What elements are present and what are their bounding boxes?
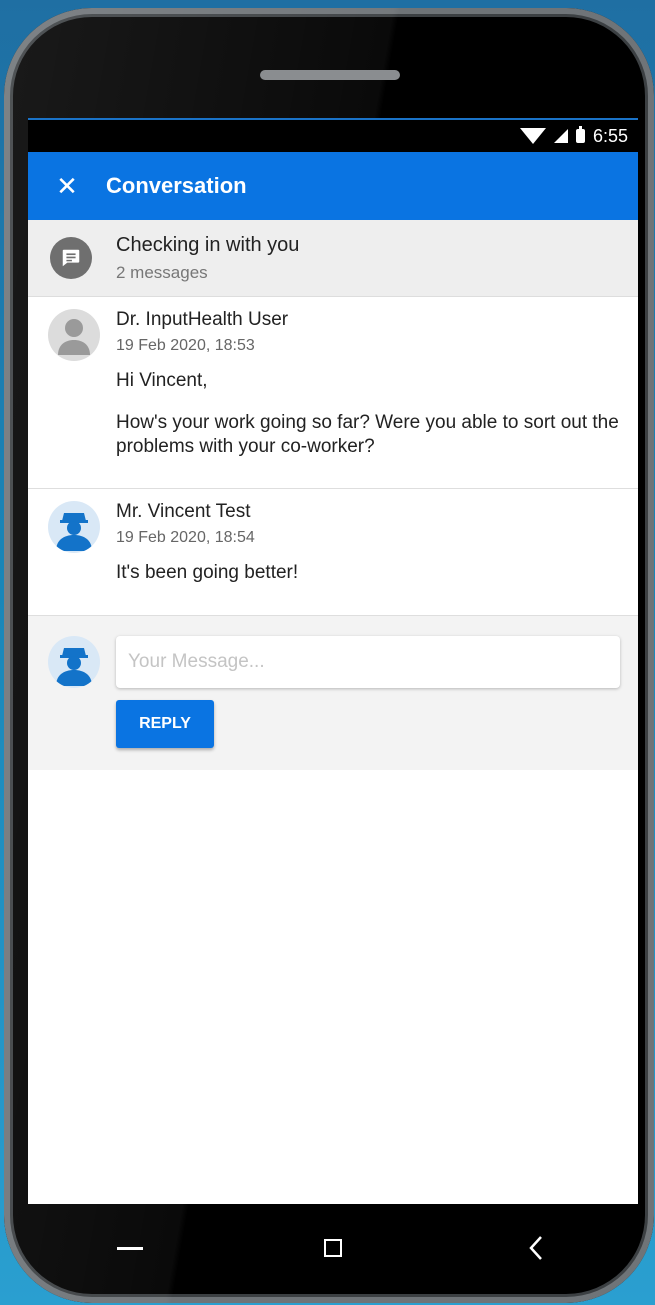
message-body: Mr. Vincent Test 19 Feb 2020, 18:54 It's… [116,501,638,585]
signal-icon [553,129,568,143]
status-time: 6:55 [592,125,628,146]
person-icon [48,309,100,361]
message-paragraph: How's your work going so far? Were you a… [116,411,619,457]
thread-title: Checking in with you [116,233,300,256]
screen: 6:55 ✕ Conversation Checking in with you… [28,118,638,1204]
message-date: 19 Feb 2020, 18:54 [116,529,255,547]
message-author: Dr. InputHealth User [116,309,289,330]
nav-home-button[interactable] [100,1218,160,1278]
back-chevron-icon [529,1236,543,1260]
message-paragraph: Hi Vincent, [116,370,208,391]
message-item: Mr. Vincent Test 19 Feb 2020, 18:54 It's… [28,489,638,616]
battery-icon [575,126,585,143]
thread-header: Checking in with you 2 messages [28,220,638,297]
user-avatar-icon [48,501,100,554]
message-date: 19 Feb 2020, 18:53 [116,337,255,354]
message-icon [50,237,92,279]
reply-area: REPLY [28,616,638,770]
close-button[interactable]: ✕ [28,171,106,202]
minimize-icon [116,1246,143,1250]
message-paragraph: It's been going better! [116,562,299,584]
thread-info: Checking in with you 2 messages [116,234,299,283]
message-author: Mr. Vincent Test [116,501,251,523]
message-input[interactable] [116,636,620,688]
wifi-icon [519,128,546,144]
android-nav-bar [28,1208,638,1288]
close-icon: ✕ [56,170,78,201]
thread-message-count: 2 messages [116,262,208,282]
message-text: Hi Vincent, How's your work going so far… [116,369,620,458]
status-bar: 6:55 [28,118,638,152]
phone-frame: 6:55 ✕ Conversation Checking in with you… [4,8,654,1303]
reply-form: REPLY [116,636,620,748]
page-title: Conversation [106,173,247,198]
user-avatar-icon [48,636,100,688]
square-icon [323,1239,342,1257]
message-item: Dr. InputHealth User 19 Feb 2020, 18:53 … [28,297,638,490]
phone-speaker [260,70,400,80]
nav-recents-button[interactable] [303,1218,363,1278]
message-body: Dr. InputHealth User 19 Feb 2020, 18:53 … [116,309,638,458]
nav-back-button[interactable] [506,1218,566,1278]
reply-button[interactable]: REPLY [116,700,214,748]
app-bar: ✕ Conversation [28,152,638,220]
message-text: It's been going better! [116,561,620,585]
